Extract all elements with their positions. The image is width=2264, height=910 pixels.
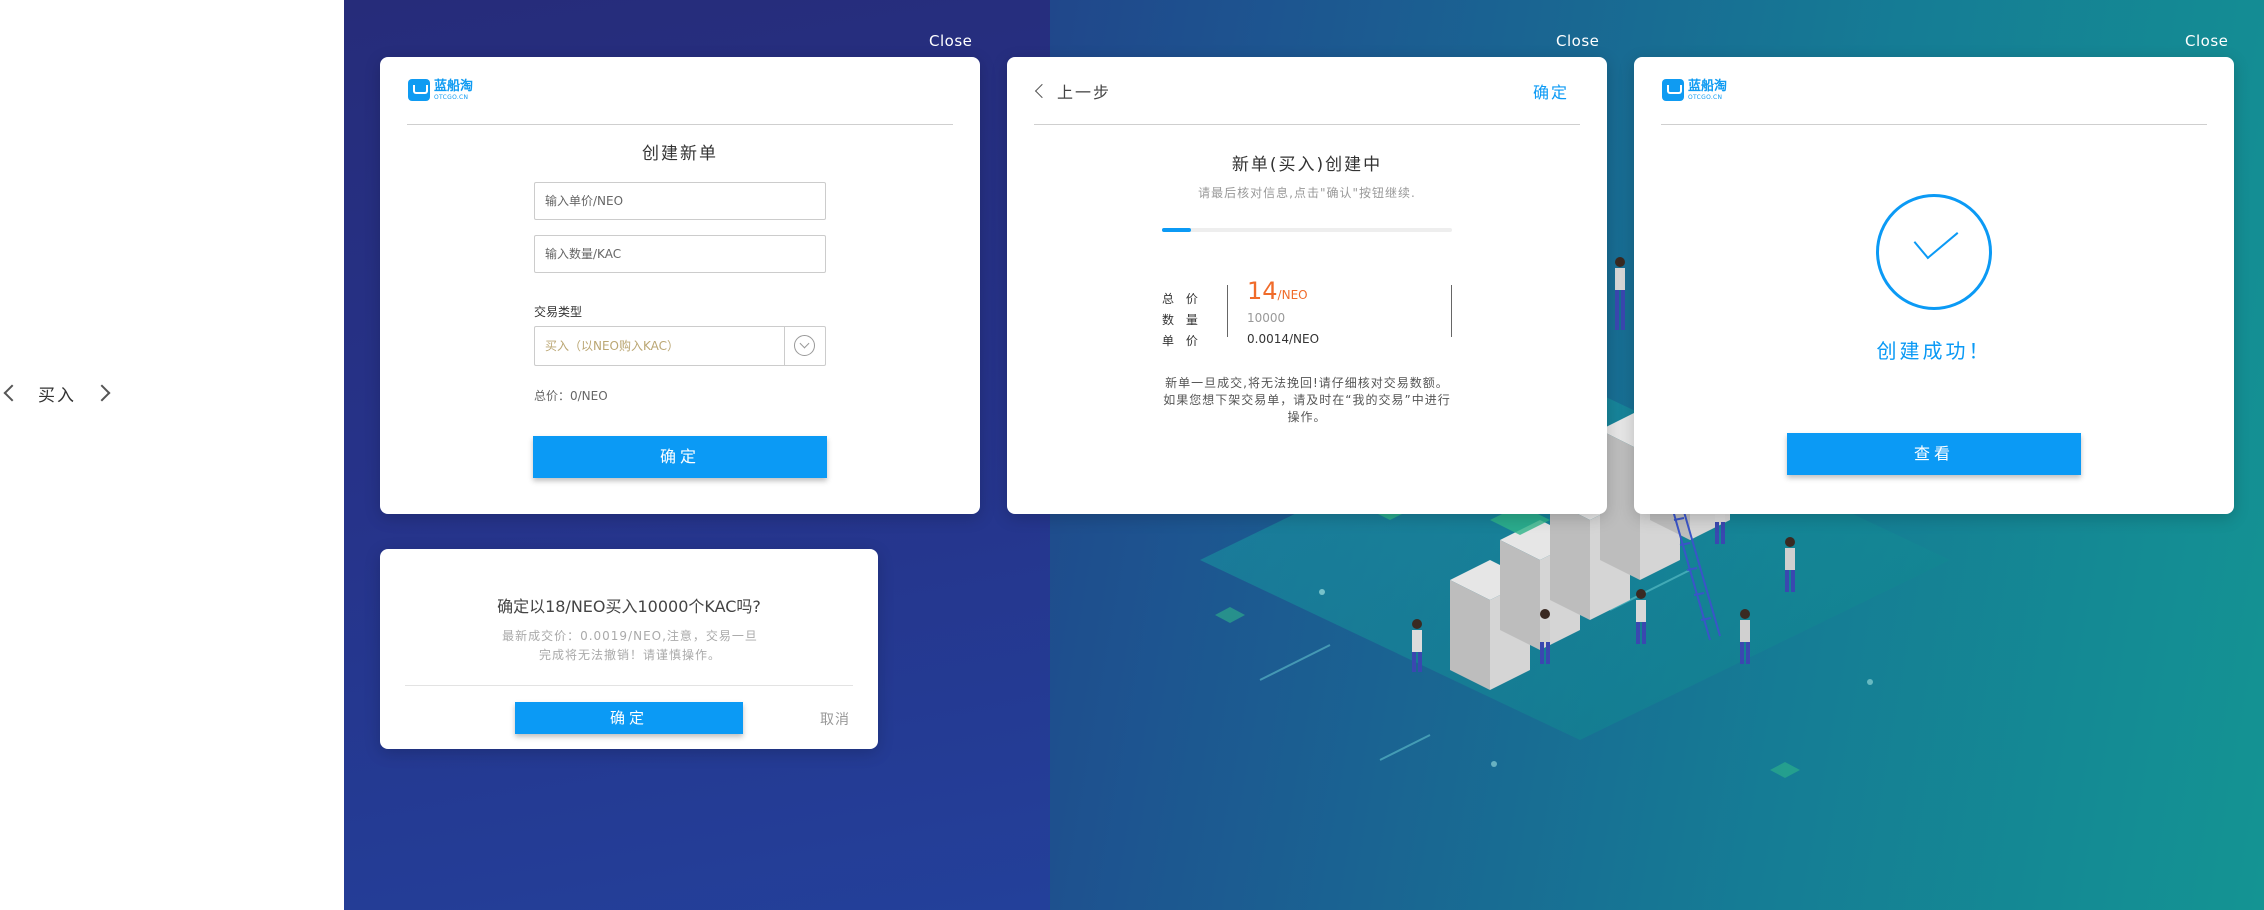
left-strip: 买入 [0, 0, 344, 910]
review-order-card: 上一步 确定 新单(买入)创建中 请最后核对信息,点击"确认"按钮继续. 总 价… [1007, 57, 1607, 514]
confirm-button[interactable]: 确定 [533, 436, 827, 478]
logo-name: 蓝船淘 [434, 78, 474, 94]
chevron-right-icon[interactable] [93, 384, 111, 402]
trade-type-label: 交易类型 [534, 305, 583, 319]
review-subtitle: 请最后核对信息,点击"确认"按钮继续. [1198, 186, 1416, 200]
close-button-3[interactable]: Close [2185, 32, 2228, 50]
side-label: 买入 [38, 385, 76, 406]
cart-logo-icon [1662, 79, 1684, 101]
quantity-input[interactable]: 输入数量/KAC [534, 235, 826, 273]
trade-type-select[interactable]: 买入（以NEO购入KAC） [534, 326, 826, 366]
chevron-down-circle-icon[interactable] [794, 335, 815, 356]
header-divider [1661, 124, 2207, 125]
summary-line-right [1451, 285, 1452, 337]
chevron-left-icon [1034, 83, 1050, 99]
logo-name: 蓝船淘 [1688, 78, 1728, 94]
close-button-2[interactable]: Close [1556, 32, 1599, 50]
qty-label: 数 量 [1162, 313, 1202, 327]
dialog-subtitle: 最新成交价：0.0019/NEO,注意，交易一旦 完成将无法撤销！请谨慎操作。 [490, 627, 770, 665]
select-separator [784, 327, 785, 365]
trade-type-value: 买入（以NEO购入KAC） [545, 339, 680, 353]
header-divider [407, 124, 953, 125]
confirm-dialog: 确定以18/NEO买入10000个KAC吗? 最新成交价：0.0019/NEO,… [380, 549, 878, 749]
note-line-2: 如果您想下架交易单，请及时在“我的交易”中进行 [1163, 393, 1451, 407]
total-value: 14/NEO [1247, 277, 1308, 305]
success-check-icon [1876, 194, 1992, 310]
close-button-1[interactable]: Close [929, 32, 972, 50]
total-label: 总 价 [1162, 292, 1202, 306]
unit-label: 单 价 [1162, 334, 1202, 348]
success-message: 创建成功！ [1876, 339, 1992, 363]
dialog-title: 确定以18/NEO买入10000个KAC吗? [497, 597, 761, 616]
dialog-divider [405, 685, 853, 686]
logo-sub: OTCGO.CN [1688, 93, 1723, 101]
cart-logo-icon [408, 79, 430, 101]
price-input[interactable]: 输入单价/NEO [534, 182, 826, 220]
review-title: 新单(买入)创建中 [1231, 155, 1383, 175]
progress-fill [1162, 228, 1191, 232]
card-title: 创建新单 [642, 144, 718, 164]
progress-bar [1162, 228, 1452, 232]
logo-sub: OTCGO.CN [434, 93, 469, 101]
confirm-link[interactable]: 确定 [1533, 79, 1569, 103]
header-divider [1034, 124, 1580, 125]
total-unit: /NEO [1277, 288, 1308, 302]
note-line-1: 新单一旦成交,将无法挽回!请仔细核对交易数额。 [1165, 376, 1449, 390]
back-button[interactable]: 上一步 [1034, 79, 1112, 103]
total-price: 总价：0/NEO [534, 389, 608, 403]
summary-line-left [1227, 285, 1228, 337]
warning-note: 新单一旦成交,将无法挽回!请仔细核对交易数额。 如果您想下架交易单，请及时在“我… [1137, 375, 1477, 426]
chevron-left-icon[interactable] [3, 384, 21, 402]
dialog-sub-line-2: 完成将无法撤销！请谨慎操作。 [538, 648, 721, 662]
create-order-card: 蓝船淘 OTCGO.CN 创建新单 输入单价/NEO 输入数量/KAC 交易类型… [380, 57, 980, 514]
total-number: 14 [1247, 277, 1278, 305]
dialog-confirm-button[interactable]: 确定 [515, 702, 743, 734]
back-label: 上一步 [1057, 83, 1112, 102]
note-line-3: 操作。 [1287, 410, 1327, 424]
success-card: 蓝船淘 OTCGO.CN 创建成功！ 查看 [1634, 57, 2234, 514]
view-button[interactable]: 查看 [1787, 433, 2081, 475]
dialog-sub-line-1: 最新成交价：0.0019/NEO,注意，交易一旦 [502, 629, 758, 643]
order-summary: 总 价 数 量 单 价 14/NEO 10000 0.0014/NEO [1162, 277, 1452, 348]
qty-value: 10000 [1247, 311, 1286, 325]
dialog-cancel-button[interactable]: 取消 [820, 709, 850, 729]
side-nav: 买入 [0, 380, 111, 406]
unit-value: 0.0014/NEO [1247, 332, 1320, 346]
logo: 蓝船淘 OTCGO.CN [408, 79, 473, 101]
logo: 蓝船淘 OTCGO.CN [1662, 79, 1727, 101]
checkmark-icon [1913, 216, 1959, 260]
